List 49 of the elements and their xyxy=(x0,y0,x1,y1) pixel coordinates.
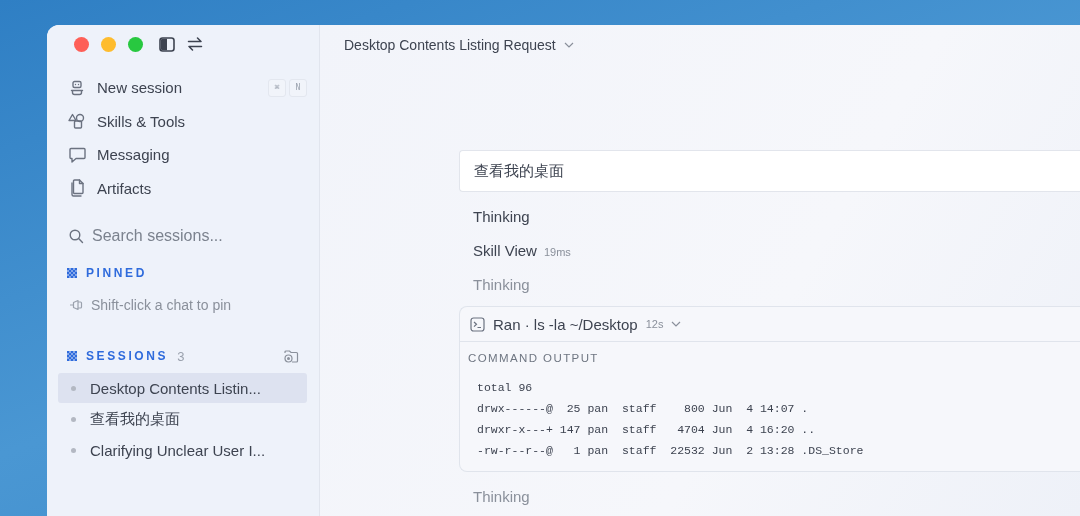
nav-item[interactable]: Messaging xyxy=(67,138,307,172)
grid-icon xyxy=(67,268,77,278)
shortcut-key: ⌘ xyxy=(268,78,286,97)
bullet-dot xyxy=(71,416,76,422)
tool-label[interactable]: Skill View xyxy=(473,242,537,259)
shapes-icon xyxy=(68,113,86,130)
output-line: drwxr-x---+ 147 pan staff 4704 Jun 4 16:20 .. xyxy=(477,422,817,438)
swap-arrows-icon[interactable] xyxy=(187,37,203,51)
robot-icon xyxy=(69,79,85,96)
duration-label: 12s xyxy=(645,318,664,330)
thinking-label: Thinking xyxy=(473,208,530,225)
section-heading: PINNED xyxy=(86,266,147,280)
documents-icon xyxy=(69,179,85,198)
nav-item[interactable]: Artifacts xyxy=(67,171,307,205)
search-field[interactable]: Search sessions... xyxy=(92,227,292,245)
command-header[interactable]: Ran · ls -la ~/Desktop 12s xyxy=(460,307,1080,342)
shortcut-key: N xyxy=(289,78,307,97)
thinking-label: Thinking xyxy=(473,488,530,505)
search-icon xyxy=(69,228,84,244)
pin-hint: Shift-click a chat to pin xyxy=(91,297,232,313)
chevron-down-icon[interactable] xyxy=(563,41,574,48)
bullet-dot xyxy=(71,385,76,391)
command-label: Ran · ls -la ~/Desktop xyxy=(493,315,638,333)
sidebar-toggle-icon[interactable] xyxy=(159,36,175,52)
output-heading: COMMAND OUTPUT xyxy=(467,351,600,364)
nav-item[interactable]: Skills & Tools xyxy=(67,104,307,138)
session-count: 3 xyxy=(177,348,186,364)
section-heading: SESSIONS xyxy=(86,349,169,363)
duration-label: 19ms xyxy=(543,246,571,258)
session-item[interactable]: Desktop Contents Listin... xyxy=(58,373,307,403)
folder-icon[interactable] xyxy=(284,349,299,363)
grid-icon xyxy=(67,351,77,361)
thinking-label: Thinking xyxy=(473,276,530,293)
minimize-button[interactable] xyxy=(101,36,116,52)
nav-item[interactable]: New session ⌘ N xyxy=(67,71,307,105)
output-line: drwx------@ 25 pan staff 800 Jun 4 14:07 . xyxy=(477,401,810,417)
user-message: 查看我的桌面 xyxy=(459,150,1080,192)
chat-bubble-icon xyxy=(68,146,86,163)
output-line: -rw-r--r--@ 1 pan staff 22532 Jun 2 13:28 .DS_Store xyxy=(477,443,865,459)
output-line: total 96 xyxy=(477,380,534,396)
chevron-down-icon xyxy=(671,321,682,327)
chat-title[interactable]: Desktop Contents Listing Request xyxy=(344,36,556,53)
close-button[interactable] xyxy=(74,36,89,52)
pin-icon xyxy=(69,299,83,311)
bullet-dot xyxy=(71,447,76,453)
terminal-icon xyxy=(470,316,485,332)
session-item[interactable]: 查看我的桌面 xyxy=(58,404,307,434)
session-item[interactable]: Clarifying Unclear User I... xyxy=(58,435,307,465)
zoom-button[interactable] xyxy=(128,36,143,52)
